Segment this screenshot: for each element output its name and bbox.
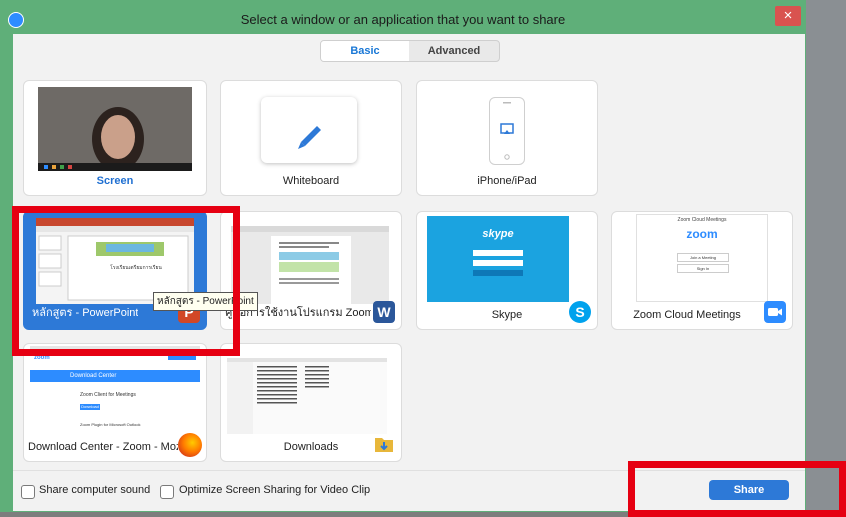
card-label: Screen [96,175,134,187]
title-bar: Select a window or an application that y… [0,0,806,34]
skype-signin [473,270,523,276]
downloads-thumbnail [227,346,387,434]
zoom-web-heading: Download Center [70,373,117,379]
card-skype[interactable]: skype Skype S [416,211,598,330]
tab-basic[interactable]: Basic [321,41,409,61]
desktop-background [806,0,846,517]
folder-icon [373,433,395,455]
zoom-web-nav [168,356,196,360]
word-icon: W [373,301,395,323]
share-sound-checkbox[interactable] [21,485,35,499]
zoom-thumbnail: Zoom Cloud Meetings zoom Join a Meeting … [636,214,768,302]
whiteboard-icon [261,97,357,163]
card-firefox[interactable]: zoom Download Center Zoom Client for Mee… [23,343,207,462]
zoom-icon [764,301,786,323]
firefox-icon [178,433,202,457]
zoom-logo: zoom [686,227,718,241]
zoom-web-sub1: Zoom Client for Meetings [80,392,136,398]
card-label: Zoom Cloud Meetings [633,309,741,321]
card-word[interactable]: คู่มือการใช้งานโปรแกรม Zoom สำหรับ... W [220,211,402,330]
card-label: Whiteboard [282,175,340,187]
highlight-box-share [628,461,846,517]
firefox-thumbnail: zoom Download Center Zoom Client for Mee… [30,346,200,434]
card-screen[interactable]: Screen [23,80,207,196]
window-title: Select a window or an application that y… [240,12,566,27]
zoom-signin-button: Sign In [677,264,729,273]
card-iphone-ipad[interactable]: iPhone/iPad [416,80,598,196]
iphone-icon [489,97,525,165]
zoom-web-download: Download [80,404,100,410]
skype-thumbnail: skype [427,216,569,302]
zoom-web-banner: Download Center [30,370,200,382]
card-zoom[interactable]: Zoom Cloud Meetings zoom Join a Meeting … [611,211,793,330]
zoom-web-sub2: Zoom Plugin for Microsoft Outlook [80,422,141,427]
skype-field [473,260,523,266]
zoom-join-button: Join a Meeting [677,253,729,262]
tab-switcher: Basic Advanced [320,40,500,62]
highlight-box-powerpoint [12,206,240,356]
skype-icon: S [569,301,591,323]
optimize-checkbox[interactable] [160,485,174,499]
skype-logo: skype [482,228,514,240]
tab-advanced[interactable]: Advanced [409,41,499,61]
card-label: Download Center - Zoom - Mozil... [28,441,178,453]
share-sound-label: Share computer sound [39,484,151,496]
zoom-window-title: Zoom Cloud Meetings [677,217,727,223]
skype-field [473,250,523,256]
word-thumbnail [231,216,389,304]
optimize-label: Optimize Screen Sharing for Video Clip [179,484,371,496]
card-label: iPhone/iPad [477,175,537,187]
card-whiteboard[interactable]: Whiteboard [220,80,402,196]
card-downloads[interactable]: Downloads [220,343,402,462]
close-button[interactable]: × [775,6,801,26]
screen-thumbnail [38,87,192,171]
